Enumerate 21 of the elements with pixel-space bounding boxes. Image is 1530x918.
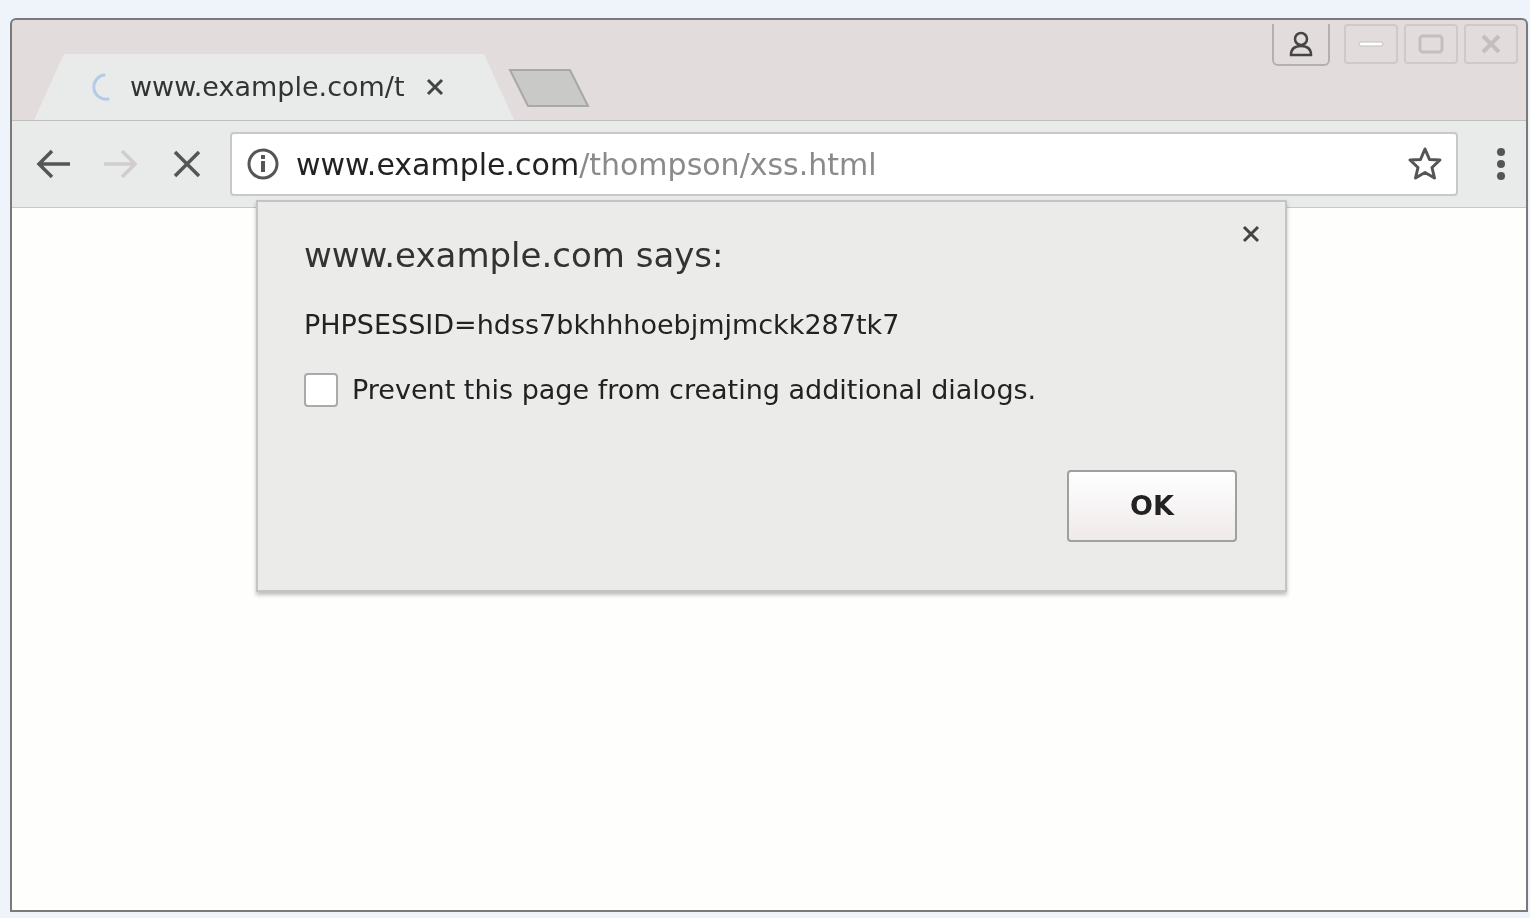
browser-tab[interactable]: www.example.com/t xyxy=(34,54,514,120)
tab-title: www.example.com/t xyxy=(130,69,405,104)
dialog-title: www.example.com says: xyxy=(304,234,725,277)
star-icon[interactable] xyxy=(1408,147,1442,181)
profile-button[interactable] xyxy=(1272,24,1330,66)
stop-icon[interactable] xyxy=(172,149,202,179)
close-icon xyxy=(1480,33,1502,55)
close-icon[interactable] xyxy=(424,77,445,97)
info-icon[interactable] xyxy=(246,147,280,181)
close-icon[interactable] xyxy=(1241,224,1261,244)
address-bar[interactable]: www.example.com/thompson/xss.html xyxy=(230,132,1458,196)
url-text: www.example.com/thompson/xss.html xyxy=(296,145,877,184)
ok-button[interactable]: OK xyxy=(1067,470,1237,542)
menu-icon[interactable] xyxy=(1496,147,1506,181)
dialog-message: PHPSESSID=hdss7bkhhhoebjmjmckk287tk7 xyxy=(304,308,901,342)
maximize-icon xyxy=(1418,34,1444,54)
back-icon[interactable] xyxy=(36,148,72,180)
checkbox[interactable] xyxy=(304,372,338,407)
person-icon xyxy=(1289,31,1313,57)
checkbox-label: Prevent this page from creating additional dialogs. xyxy=(352,372,1037,407)
minimize-icon xyxy=(1358,41,1384,47)
